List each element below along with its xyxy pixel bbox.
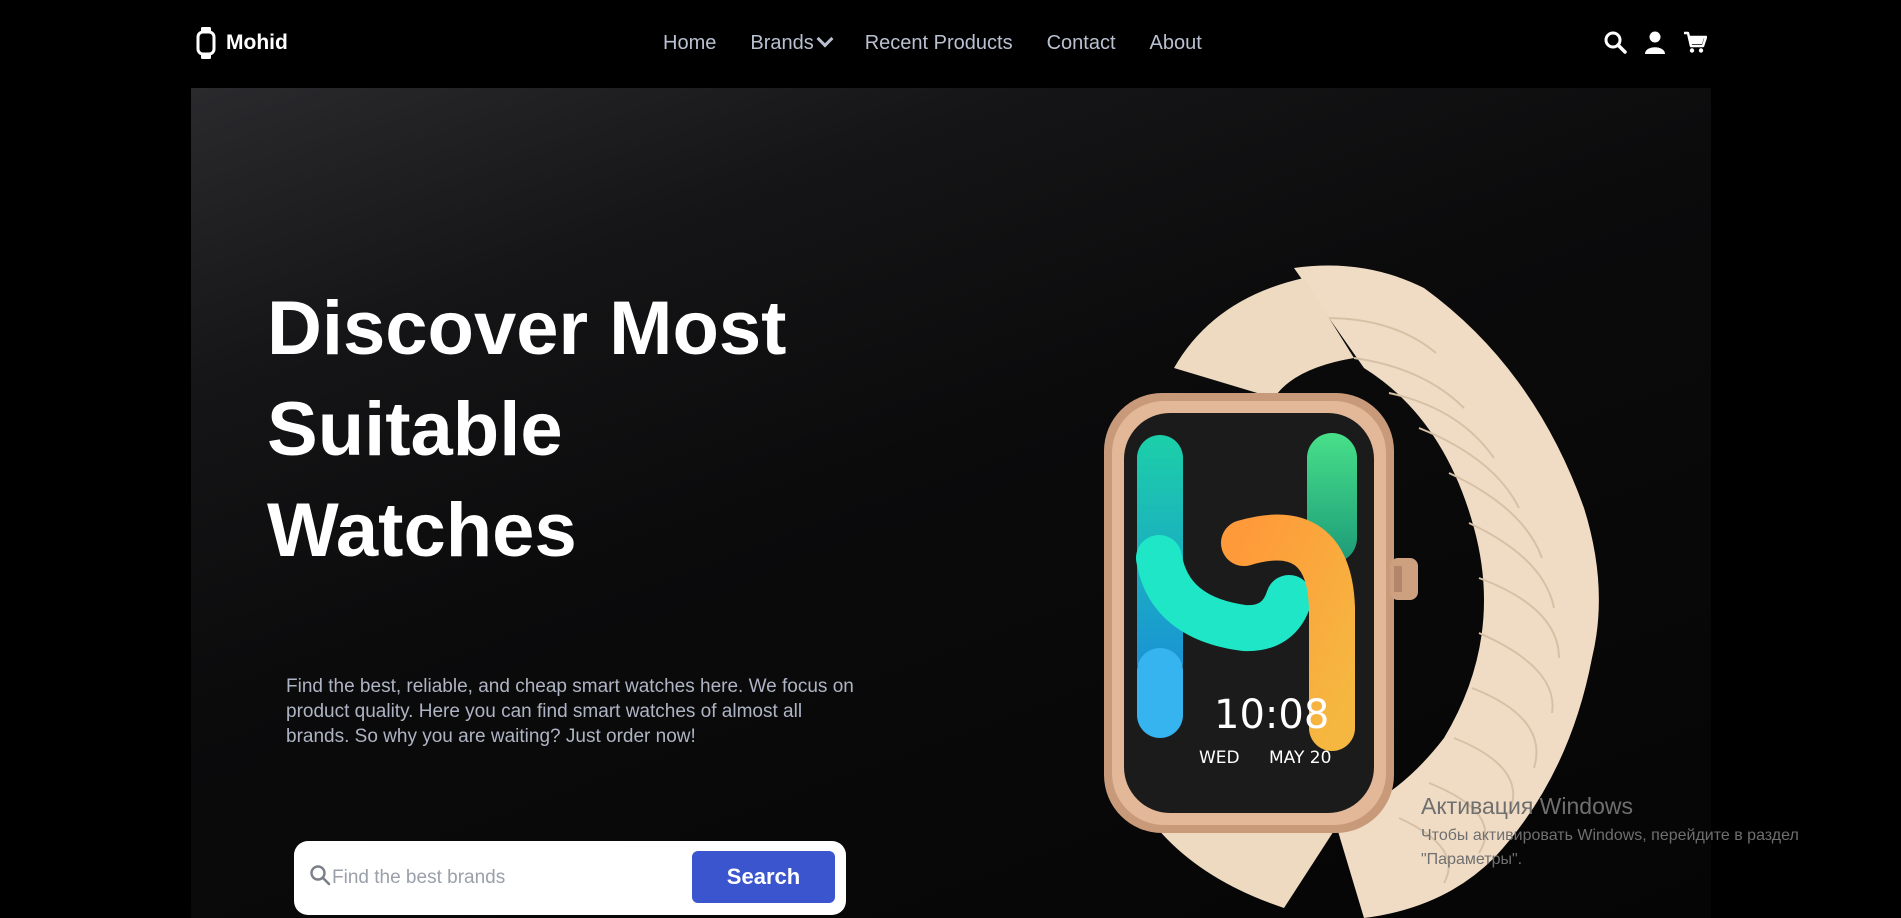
search-icon <box>310 865 331 886</box>
activation-title: Активация Windows <box>1421 793 1633 819</box>
watch-day: WED <box>1199 748 1240 768</box>
search-icon[interactable] <box>1603 30 1627 54</box>
nav-contact-link[interactable]: Contact <box>1047 32 1116 55</box>
nav-icons <box>1603 30 1707 54</box>
chevron-down-icon <box>816 30 834 48</box>
main-menu: Home Brands Recent Products Contact Abou… <box>663 30 1202 55</box>
nav-about-link[interactable]: About <box>1150 32 1202 55</box>
windows-activation-watermark: Активация Windows Чтобы активировать Win… <box>1421 793 1891 872</box>
activation-text: Чтобы активировать Windows, перейдите в … <box>1421 827 1799 868</box>
hero-title-line: Discover Most <box>267 286 787 371</box>
watch-time: 10:08 <box>1214 692 1329 738</box>
watch-icon <box>196 27 216 59</box>
nav-brands-dropdown[interactable]: Brands <box>750 30 834 55</box>
brand-logo[interactable]: Mohid <box>196 27 288 59</box>
search-input[interactable] <box>330 857 674 899</box>
top-navbar: Mohid Home Brands Recent Products Contac… <box>0 0 1901 88</box>
nav-brands-label: Brands <box>750 32 814 54</box>
user-icon[interactable] <box>1643 30 1667 54</box>
nav-recent-products-link[interactable]: Recent Products <box>865 32 1013 55</box>
watch-date: MAY 20 <box>1269 748 1331 768</box>
nav-home-link[interactable]: Home <box>663 32 716 55</box>
cart-icon[interactable] <box>1683 30 1707 54</box>
brand-name: Mohid <box>226 31 288 54</box>
search-button[interactable]: Search <box>692 851 835 903</box>
hero-title: Discover Most Suitable Watches <box>267 278 887 581</box>
hero-description: Find the best, reliable, and cheap smart… <box>286 676 854 747</box>
brand-search-bar: Search <box>294 841 846 915</box>
hero-title-line: Suitable <box>267 387 563 472</box>
hero-title-line: Watches <box>267 488 577 573</box>
